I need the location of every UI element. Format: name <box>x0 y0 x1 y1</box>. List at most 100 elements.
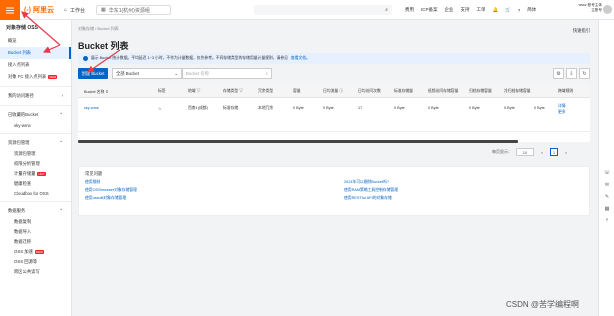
col-redundancy: 冗余类型 <box>258 89 274 93</box>
sidebar-item-import[interactable]: 数据导入 <box>0 227 71 237</box>
top-links: 费用 ICP备案 企业 支持 工单 🔔 🛒 ? 简体 <box>405 4 536 16</box>
menu-icon[interactable] <box>0 0 20 20</box>
faq-list: 使用限制 2024年可以删除Bucket吗? 使用OSSbrowser对象存储管… <box>85 180 583 201</box>
sidebar-item-mirror[interactable]: OSS 回源等 <box>0 257 71 267</box>
col-cors: 跨域规则 <box>558 89 574 93</box>
sidebar-item-fc-access-points[interactable]: 对象 FC 接入点列表 NEW <box>0 71 71 83</box>
sidebar-item-bucket-list[interactable]: Bucket 列表 <box>0 47 71 59</box>
top-link-enterprise[interactable]: 企业 <box>445 7 454 13</box>
sidebar-item-cloudbox[interactable]: Cloudbox for OSS <box>0 189 71 198</box>
download-icon[interactable]: ⇩ <box>566 68 577 79</box>
next-page-button[interactable]: > <box>562 148 570 156</box>
sidebar-item-overview[interactable]: 概览 <box>0 35 71 47</box>
chevron-icon: › <box>61 93 63 98</box>
sidebar-section-data-services[interactable]: 数据服务 ⌃ <box>0 201 71 217</box>
chevron-down-icon: ⌄ <box>174 70 178 76</box>
region-cell: 西南1(成都) <box>188 106 208 110</box>
notification-icon[interactable]: 🔔 <box>493 7 499 13</box>
sidebar-item-resource-pkg[interactable]: 资源包管理 <box>0 149 71 159</box>
watermark: CSDN @苦学编程啊 <box>506 300 580 309</box>
cart-icon[interactable]: 🛒 <box>505 7 511 13</box>
standard-cell: 0 Byte <box>394 106 405 110</box>
help-icon[interactable]: ? <box>518 8 521 13</box>
faq-item[interactable]: 使用限制 <box>85 180 324 185</box>
col-archive: 归档存储容量 <box>469 89 492 93</box>
traffic-cell: 0 Byte <box>323 106 334 110</box>
feedback-icon[interactable]: ✎ <box>599 194 614 206</box>
org-icon: ▦ <box>101 7 106 13</box>
chat-icon[interactable]: ✉ <box>599 182 614 194</box>
more-link[interactable]: 更多 <box>558 110 566 115</box>
col-capacity: 容量 <box>293 89 301 93</box>
sidebar-item-health[interactable]: 健康检查 <box>0 179 71 189</box>
faq-item[interactable]: 2024年可以删除Bucket吗? <box>344 180 583 185</box>
faq-item[interactable]: 使用ossutil对象存储管理 <box>85 196 324 201</box>
top-bar: (-) 阿里云 ⌂ 工作台 ▦ 华东1(杭州)资源组 ⌕ 费用 ICP备案 企业… <box>0 0 614 20</box>
global-search[interactable]: ⌕ <box>254 5 392 15</box>
col-storage[interactable]: 存储类型 ▽ <box>223 89 243 94</box>
prev-page-button[interactable]: < <box>538 148 546 156</box>
sidebar-item-cross-region[interactable]: 跨区公共读写 <box>0 267 71 277</box>
sidebar-item-accelerate[interactable]: OSS 加速 NEW <box>0 247 71 257</box>
bucket-filter-select[interactable]: 全部 Bucket ⌄ <box>112 68 182 79</box>
sidebar-item-migration[interactable]: 数据迁移 <box>0 237 71 247</box>
create-bucket-button[interactable]: 创建 Bucket <box>78 68 108 79</box>
top-link-support[interactable]: 支持 <box>461 7 470 13</box>
horizontal-scrollbar[interactable] <box>78 140 518 143</box>
toolbar: 创建 Bucket 全部 Bucket ⌄ Bucket 名称 ⌕ ⚙ ⇩ ↻ <box>78 68 590 80</box>
faq-title: 常见问题 <box>85 171 103 176</box>
faq-item[interactable]: 使用RESTful API的对象存储 <box>344 196 583 201</box>
top-link-ticket[interactable]: 工单 <box>477 7 486 13</box>
sidebar-item-metering[interactable]: 计量存储量 HOT <box>0 169 71 179</box>
faq-item[interactable]: 使用RAM策略工具控制存储管理 <box>344 188 583 193</box>
redundancy-cell: 本地冗余 <box>258 106 274 110</box>
settings-icon[interactable]: ⚙ <box>553 68 564 79</box>
right-rail: ☏ ✉ ✎ ▦ ⇡ <box>598 20 614 316</box>
col-cold-archive: 冷归档存储容量 <box>504 89 531 93</box>
sidebar-item-favorite-bucket[interactable]: sky-wms <box>0 121 71 130</box>
faq-item[interactable]: 使用OSSbrowser对象存储管理 <box>85 188 324 193</box>
sidebar-section-access-paths[interactable]: 我的访问路径 › <box>0 86 71 102</box>
language-switch[interactable]: 简体 <box>527 7 536 13</box>
sidebar-section-resources[interactable]: 资源包管理 ⌃ <box>0 133 71 149</box>
sidebar-item-permission[interactable]: 权限分析管理 <box>0 159 71 169</box>
tag-icon[interactable]: ☆ <box>158 106 161 111</box>
new-badge: NEW <box>48 75 58 79</box>
page-size-select[interactable]: 10 <box>516 148 534 156</box>
top-icon[interactable]: ⇡ <box>599 218 614 230</box>
chevron-icon: ⌃ <box>59 140 63 145</box>
top-link-billing[interactable]: 费用 <box>405 7 414 13</box>
phone-icon[interactable]: ☏ <box>599 170 614 182</box>
sidebar: 对象存储 OSS 概览 Bucket 列表 接入点列表 对象 FC 接入点列表 … <box>0 20 72 316</box>
bucket-search-input[interactable]: Bucket 名称 ⌕ <box>182 68 272 79</box>
col-region[interactable]: 地域 ▽ <box>188 89 200 94</box>
info-doc-link[interactable]: 查看文档。 <box>291 56 310 61</box>
page-1-button[interactable]: 1 <box>550 148 558 156</box>
logo[interactable]: (-) 阿里云 <box>24 5 54 15</box>
table-row: sky-wms ☆ 西南1(成都) 标准存储 本地冗余 0 Byte 0 Byt… <box>78 98 590 132</box>
requests-cell: 17 <box>358 106 363 110</box>
col-name[interactable]: Bucket 名称 ⇕ <box>84 89 109 95</box>
bucket-name-link[interactable]: sky-wms <box>84 106 99 110</box>
cold-archive-cell: 0 Byte <box>504 106 515 110</box>
hot-badge: HOT <box>37 172 46 176</box>
quick-guide-link[interactable]: 快速指引 <box>573 28 590 34</box>
chevron-icon: ⌃ <box>59 208 63 213</box>
bucket-table: Bucket 名称 ⇕ 标签 地域 ▽ 存储类型 ▽ 冗余类型 容量 日均流量 … <box>78 84 590 142</box>
refresh-icon[interactable]: ↻ <box>579 68 590 79</box>
sidebar-item-access-points[interactable]: 接入点列表 <box>0 59 71 71</box>
col-traffic: 日均流量 ⓘ <box>323 89 344 93</box>
avatar[interactable] <box>603 5 612 14</box>
info-text: 展示 Bucket 统计数据。平均延迟 1~3 小时，不作为计量数据，仅作参考。… <box>91 56 288 60</box>
region-select[interactable]: ▦ 华东1(杭州)资源组 <box>96 5 171 15</box>
sidebar-section-favorites[interactable]: 已收藏的Bucket ⌃ <box>0 105 71 121</box>
sidebar-item-replication[interactable]: 数据复制 <box>0 217 71 227</box>
sidebar-title: 对象存储 OSS <box>6 25 38 31</box>
top-link-icp[interactable]: ICP备案 <box>421 7 438 13</box>
infrequent-cell: 0 Byte <box>428 106 439 110</box>
user-info[interactable]: wssz 账号主体 主账号 <box>570 3 602 13</box>
details-link[interactable]: 详情 <box>558 104 566 109</box>
toolbar-icons: ⚙ ⇩ ↻ <box>553 68 590 79</box>
workbench-link[interactable]: ⌂ 工作台 <box>60 4 89 16</box>
grid-icon[interactable]: ▦ <box>599 206 614 218</box>
